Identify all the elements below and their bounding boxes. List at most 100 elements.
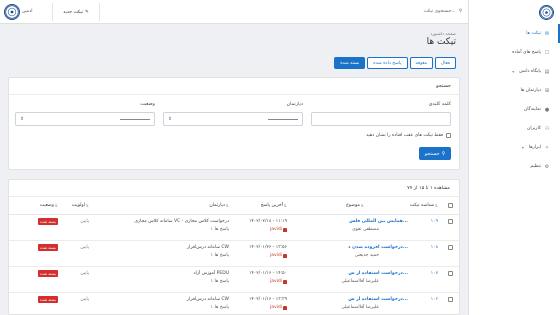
- search-button[interactable]: جستجو ⚲: [419, 147, 451, 160]
- edit-icon: ✎: [84, 9, 89, 15]
- checkbox[interactable]: [448, 203, 453, 208]
- department-select[interactable]: ⇕: [163, 112, 303, 126]
- checkbox[interactable]: [448, 271, 453, 276]
- user-icon: [283, 227, 287, 232]
- table-row[interactable]: ۱۰۷ درخواست استفاده از س... علیرضا آقااس…: [9, 267, 459, 293]
- sidebar-item-settings[interactable]: تنظیم ⚙: [469, 157, 560, 176]
- user-icon: [283, 253, 287, 258]
- last-reply-user-name: javidi: [269, 227, 282, 232]
- sidebar-item-tickets[interactable]: تیکت ها ✉: [469, 24, 560, 43]
- search-panel: جستجو کلمه کلیدی دپارتمان ⇕ وضعیت ⇕ فقط …: [8, 77, 460, 170]
- tab-active[interactable]: فعال: [435, 57, 456, 69]
- search-button-label: جستجو: [424, 150, 440, 157]
- chevron-updown-icon: ⇕: [20, 116, 24, 122]
- sidebar-item-departments[interactable]: دپارتمان ها ⊞: [469, 81, 560, 100]
- checkbox[interactable]: [448, 219, 453, 224]
- status-badge-label: بسته شده: [38, 244, 58, 251]
- status-select[interactable]: ⇕: [15, 112, 155, 126]
- sidebar-item-canned-replies[interactable]: پاسخ های آماده ☐: [469, 43, 560, 62]
- status-badge: بسته شده: [38, 296, 58, 303]
- row-checkbox[interactable]: [448, 271, 453, 278]
- column-header-label: وضعیت: [39, 203, 54, 208]
- keyword-input[interactable]: [311, 112, 451, 126]
- tab-closed[interactable]: بسته شده: [334, 57, 366, 69]
- status-badge-label: بسته شده: [38, 270, 58, 277]
- ticket-department: سامانه کلاس مجازی VC - درخواست کلاس مجاز…: [134, 219, 229, 224]
- overdue-only-checkbox[interactable]: فقط تیکت های عقب افتاده را نشان دهید: [366, 133, 451, 138]
- ticket-subject-link[interactable]: همایش بین المللی فلس...: [349, 219, 408, 224]
- last-reply-date: ۱۴۰۲/۰۱/۱۶ - ۱۳:۳۹: [248, 297, 287, 302]
- user-icon: [283, 279, 287, 284]
- status-badge: بسته شده: [38, 244, 58, 251]
- sort-icon: ⇅: [283, 203, 287, 208]
- sidebar-logo-area: [469, 0, 560, 24]
- column-header-label: آخرین پاسخ: [260, 203, 283, 208]
- chevron-down-icon: ▾: [512, 69, 515, 74]
- column-header-status[interactable]: وضعیت ⇅: [40, 203, 58, 208]
- search-placeholder: جستجوی تیکت...: [423, 9, 456, 14]
- last-reply-user: javidi: [270, 227, 287, 232]
- ticket-icon: ✉: [544, 30, 550, 37]
- sidebar-item-label: پایگاه دانش: [519, 69, 541, 74]
- new-ticket-button[interactable]: تیکت جدید ✎: [52, 3, 100, 21]
- sort-icon: ⇅: [434, 203, 438, 208]
- sidebar-item-knowledge-base[interactable]: ▾ پایگاه دانش ▤: [469, 62, 560, 81]
- logo[interactable]: [539, 4, 554, 20]
- ticket-subject-link[interactable]: درخواست استفاده از س...: [348, 271, 408, 276]
- sidebar-item-label: تنظیم: [530, 164, 541, 169]
- ticket-priority: پایین: [80, 271, 89, 276]
- user-avatar[interactable]: [4, 4, 20, 20]
- ticket-number-link[interactable]: ۱۰۹: [431, 219, 438, 224]
- table-row[interactable]: ۱۰۹ همایش بین المللی فلس... مصطفی تقوی ۱…: [9, 215, 459, 241]
- checkbox[interactable]: [448, 297, 453, 302]
- column-header-number[interactable]: شناسه تیکت ⇅: [410, 203, 438, 208]
- last-reply-user-name: javidi: [269, 253, 282, 258]
- last-reply-user: javidi: [270, 305, 287, 310]
- table-header: شناسه تیکت ⇅ موضوع ⇅ آخرین پاسخ ⇅ دپارتمان ⇅…: [9, 197, 459, 215]
- column-header-label: اولویت: [71, 203, 85, 208]
- ticket-number-link[interactable]: ۱۰۸: [431, 245, 438, 250]
- status-badge: بسته شده: [38, 270, 58, 277]
- user-icon: [283, 305, 287, 310]
- tab-overdue[interactable]: معوقه: [409, 57, 434, 69]
- column-header-department[interactable]: دپارتمان ⇅: [209, 203, 229, 208]
- breadcrumb[interactable]: صفحه داشبورد: [430, 31, 456, 36]
- table-info: مشاهده ۱ تا ۱۵ از ۷۷: [9, 180, 459, 197]
- comment-icon: ☐: [544, 49, 550, 56]
- select-all-checkbox[interactable]: [448, 203, 453, 208]
- ticket-subject-link[interactable]: درخواست استفاده از س...: [348, 297, 408, 302]
- last-reply-user: javidi: [270, 279, 287, 284]
- ticket-number-link[interactable]: ۱۰۷: [431, 271, 438, 276]
- column-header-last-reply[interactable]: آخرین پاسخ ⇅: [261, 203, 287, 208]
- checkbox[interactable]: [448, 245, 453, 250]
- search-icon: ⚲: [458, 9, 462, 14]
- checkbox[interactable]: [446, 133, 451, 138]
- users-icon: ⚇: [544, 125, 550, 132]
- status-select-value: [120, 118, 150, 120]
- status-badge: بسته شده: [38, 218, 58, 225]
- table-row[interactable]: ۱۰۶ درخواست استفاده از س... علیرضا آقااس…: [9, 293, 459, 314]
- department-label: دپارتمان: [286, 102, 303, 107]
- sort-icon: ⇅: [85, 203, 89, 208]
- sidebar-item-users[interactable]: کاربران ⚇: [469, 119, 560, 138]
- column-header-priority[interactable]: اولویت ⇅: [72, 203, 89, 208]
- sidebar-item-label: نمایندگان: [523, 107, 541, 112]
- row-checkbox[interactable]: [448, 245, 453, 252]
- ticket-priority: پایین: [80, 297, 89, 302]
- user-menu-label[interactable]: ادمین: [22, 9, 32, 14]
- column-header-label: دپارتمان: [209, 203, 225, 208]
- row-checkbox[interactable]: [448, 219, 453, 226]
- sidebar-item-agents[interactable]: نمایندگان ●: [469, 100, 560, 119]
- gear-icon: ⚙: [544, 163, 550, 170]
- column-header-subject[interactable]: موضوع ⇅: [346, 203, 364, 208]
- table-row[interactable]: ۱۰۸ درخواست افزوده شدن د... حمید جدیعتی …: [9, 241, 459, 267]
- search-input[interactable]: جستجوی تیکت... ⚲: [378, 6, 462, 17]
- tab-answered[interactable]: پاسخ داده شده: [367, 57, 408, 69]
- sidebar-item-tools[interactable]: ▾ ابزارها ✧: [469, 138, 560, 157]
- ticket-number-link[interactable]: ۱۰۶: [431, 297, 438, 302]
- ticket-subject-link[interactable]: درخواست افزوده شدن د...: [348, 245, 408, 250]
- search-panel-header: جستجو: [9, 78, 459, 95]
- row-checkbox[interactable]: [448, 297, 453, 304]
- last-reply-date: ۱۴۰۲/۰۱/۲۶ - ۱۳:۵۶: [248, 245, 287, 250]
- sort-icon: ⇅: [54, 203, 58, 208]
